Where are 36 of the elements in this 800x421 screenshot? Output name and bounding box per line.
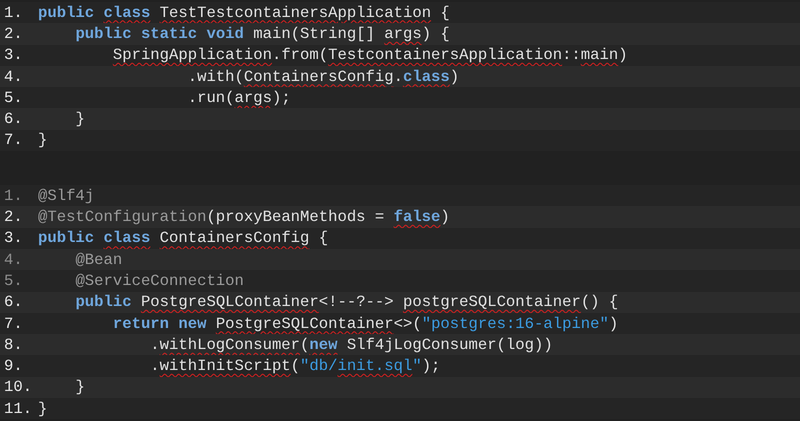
line-number: 1. [3, 186, 24, 205]
code-line: .with(ContainersConfig.class) [186, 68, 460, 86]
line-number: 3. [3, 229, 24, 248]
code-line: return new PostgreSQLContainer<>("postgres:16-alpine") [112, 314, 618, 332]
code-line: public class TestTestcontainersApplication { [38, 4, 450, 22]
code-line: @ServiceConnection [74, 272, 244, 290]
code-line: @TestConfiguration(proxyBeanMethods = false) [38, 208, 450, 226]
line-number: 3. [3, 46, 24, 64]
line-number: 9. [3, 357, 24, 376]
line-number: 4. [3, 68, 24, 86]
code-line: } [38, 400, 48, 418]
code-line: } [38, 131, 48, 150]
line-number: 6. [3, 293, 24, 312]
line-number: 2. [3, 208, 24, 226]
line-number: 8. [3, 336, 24, 354]
line-number: 2. [3, 24, 24, 43]
code-line: @Bean [74, 250, 122, 269]
code-line: .withInitScript("db/init.sql"); [149, 357, 440, 376]
line-number: 5. [3, 88, 24, 107]
line-number: 5. [3, 272, 24, 290]
code-line: .withLogConsumer(new Slf4jLogConsumer(log)) [149, 336, 553, 354]
line-number: 6. [3, 110, 24, 128]
line-number: 4. [3, 250, 24, 269]
code-line: public static void main(String[] args) { [74, 24, 450, 43]
code-line: } [74, 378, 85, 396]
line-number: 7. [3, 131, 24, 150]
line-number: 7. [3, 314, 24, 332]
code-line: SpringApplication.from(TestcontainersApplication::main) [112, 46, 628, 64]
line-number: 11. [3, 400, 34, 418]
code-line: public class ContainersConfig { [38, 229, 328, 248]
code-line: } [74, 110, 85, 128]
code-line: @Slf4j [38, 186, 94, 205]
code-line: public PostgreSQLContainer<!--?--> postgreSQLContainer() { [74, 293, 618, 312]
line-number: 10. [3, 378, 34, 396]
line-number: 1. [3, 4, 24, 22]
code-line: .run(args); [186, 88, 291, 107]
